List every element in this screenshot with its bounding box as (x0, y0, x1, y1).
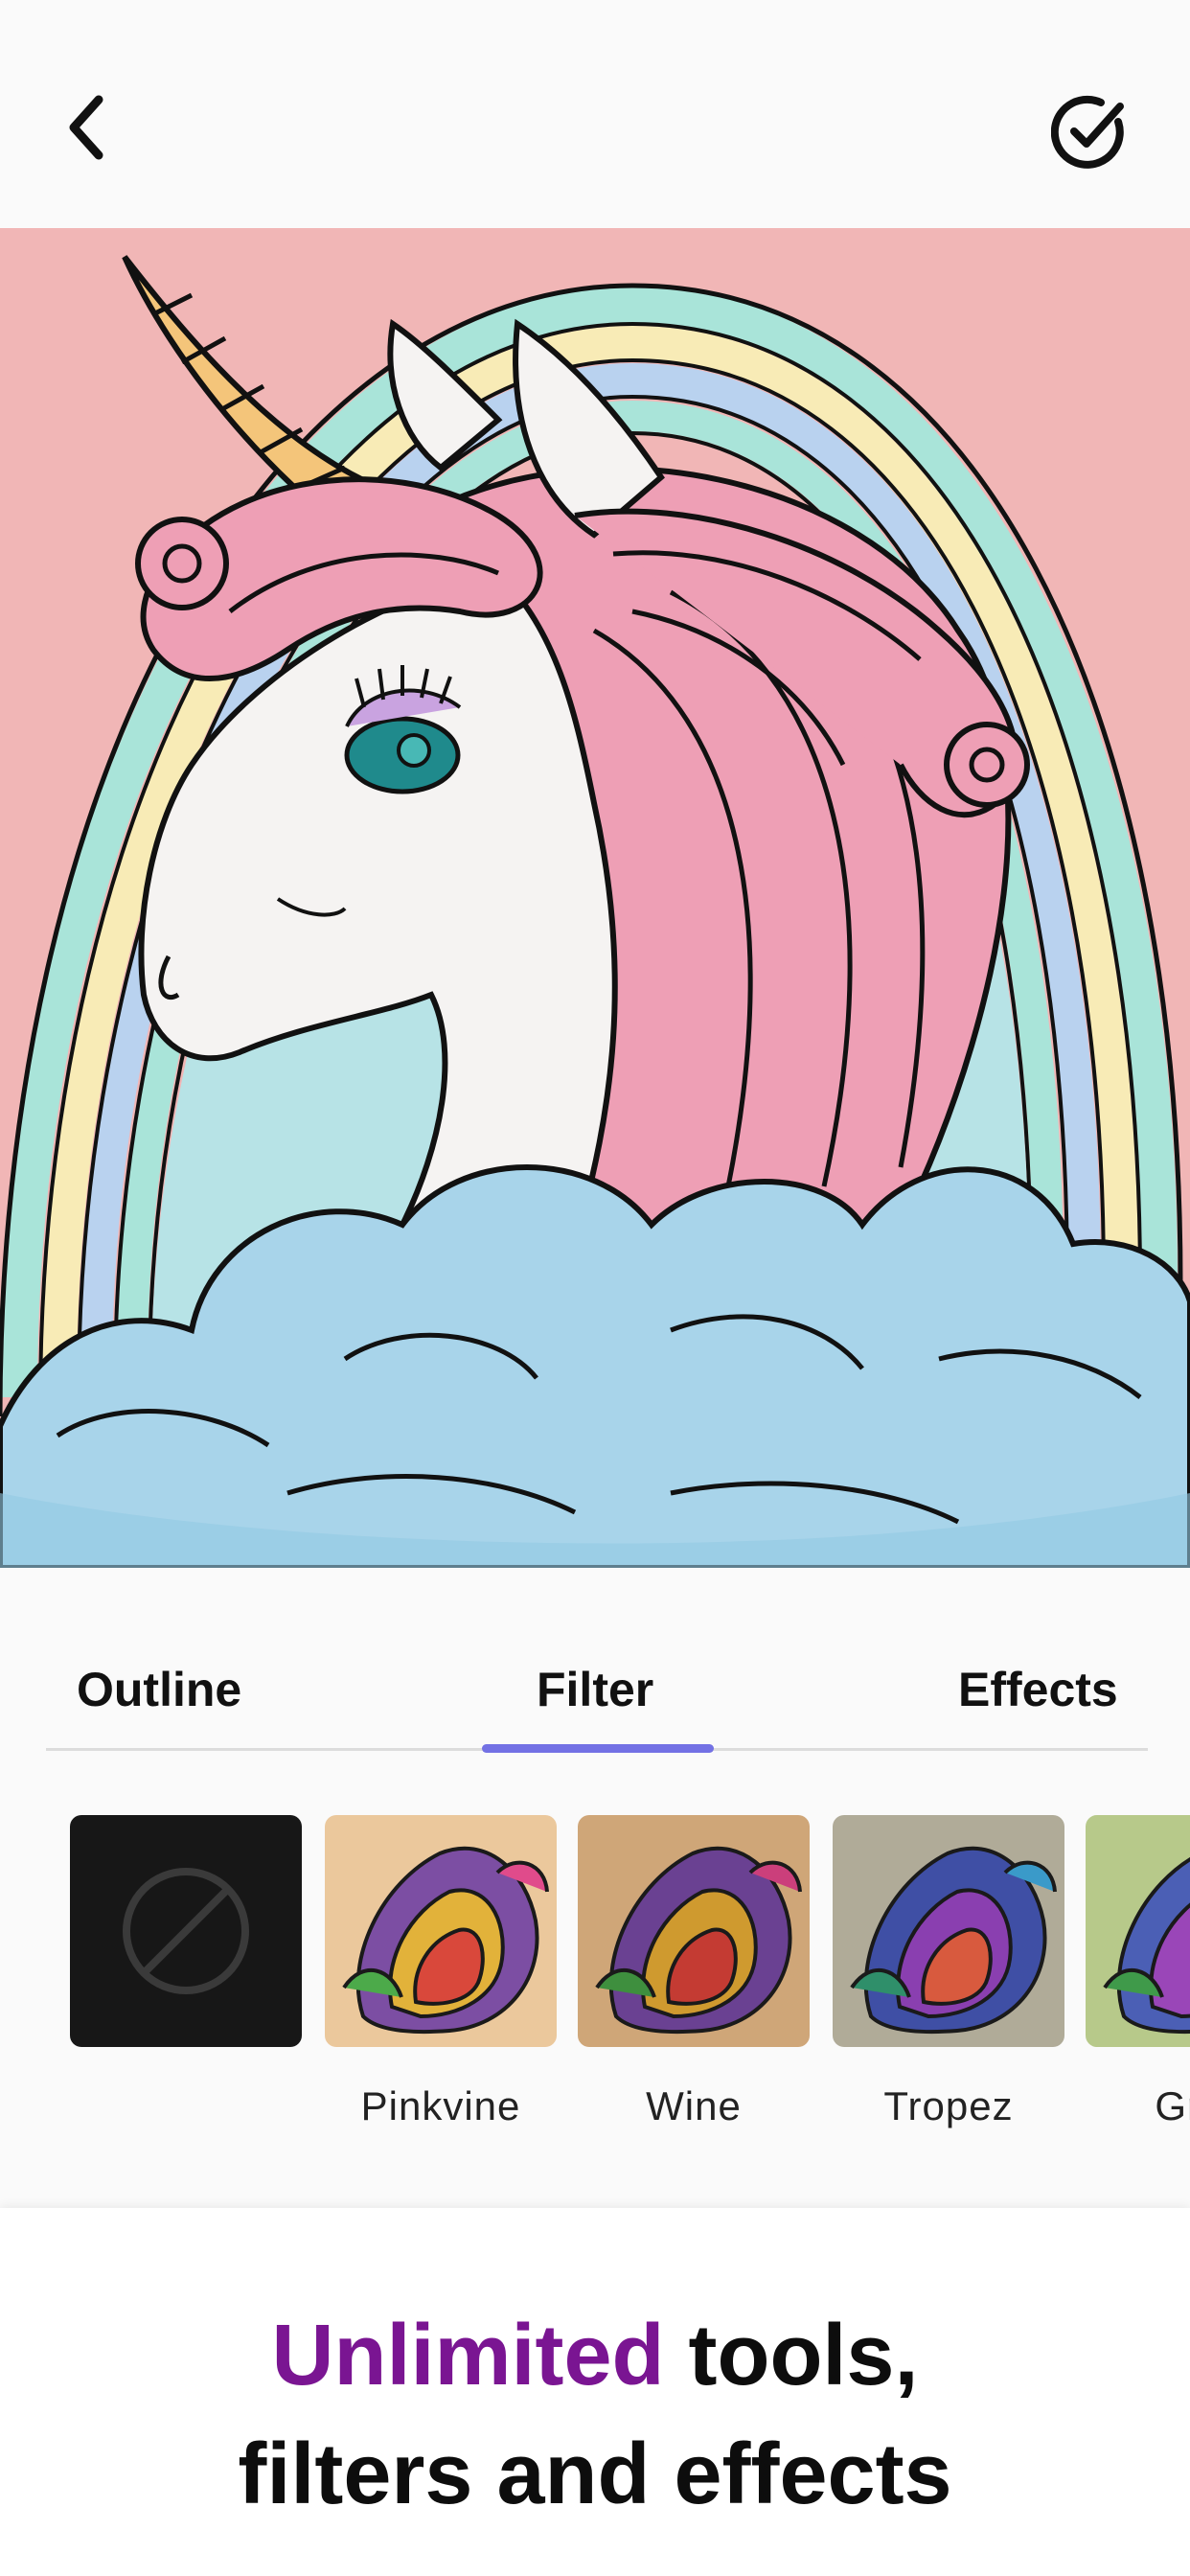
filter-wine-thumb (578, 1815, 810, 2047)
promo-line2: filters and effects (238, 2426, 952, 2522)
promo-panel: Unlimited tools, filters and effects (0, 2208, 1190, 2576)
filter-none[interactable] (70, 1815, 302, 2047)
filter-pinkvine-thumb (325, 1815, 557, 2047)
promo-headline: Unlimited tools, filters and effects (0, 2296, 1190, 2534)
done-button[interactable] (1044, 88, 1134, 174)
filter-gree-thumb (1086, 1815, 1190, 2047)
filter-tropez[interactable]: Tropez (833, 1815, 1064, 2128)
filter-gree[interactable]: Gree (1086, 1815, 1190, 2128)
active-tab-indicator (482, 1744, 714, 1753)
promo-line1-rest: tools, (664, 2308, 919, 2404)
filter-wine[interactable]: Wine (578, 1815, 810, 2128)
tool-tabs: Outline Filter Effects (46, 1646, 1148, 1754)
tab-effects[interactable]: Effects (958, 1646, 1118, 1733)
filter-none-thumb (70, 1815, 302, 2047)
top-bar (0, 0, 1190, 228)
filter-list[interactable]: Pinkvine Wine Tropez G (0, 1815, 1190, 2160)
ban-icon (123, 1868, 249, 1994)
unicorn-artwork (0, 228, 1190, 1568)
check-circle-icon (1051, 95, 1124, 169)
coloring-canvas[interactable] (0, 228, 1190, 1568)
tab-outline[interactable]: Outline (77, 1646, 241, 1733)
tab-filter[interactable]: Filter (537, 1646, 653, 1733)
chevron-left-icon (69, 95, 103, 160)
filter-pinkvine[interactable]: Pinkvine (325, 1815, 557, 2128)
back-button[interactable] (48, 84, 125, 171)
filter-tropez-thumb (833, 1815, 1064, 2047)
filter-label: Gree (1155, 2083, 1190, 2128)
promo-highlight: Unlimited (271, 2308, 665, 2404)
